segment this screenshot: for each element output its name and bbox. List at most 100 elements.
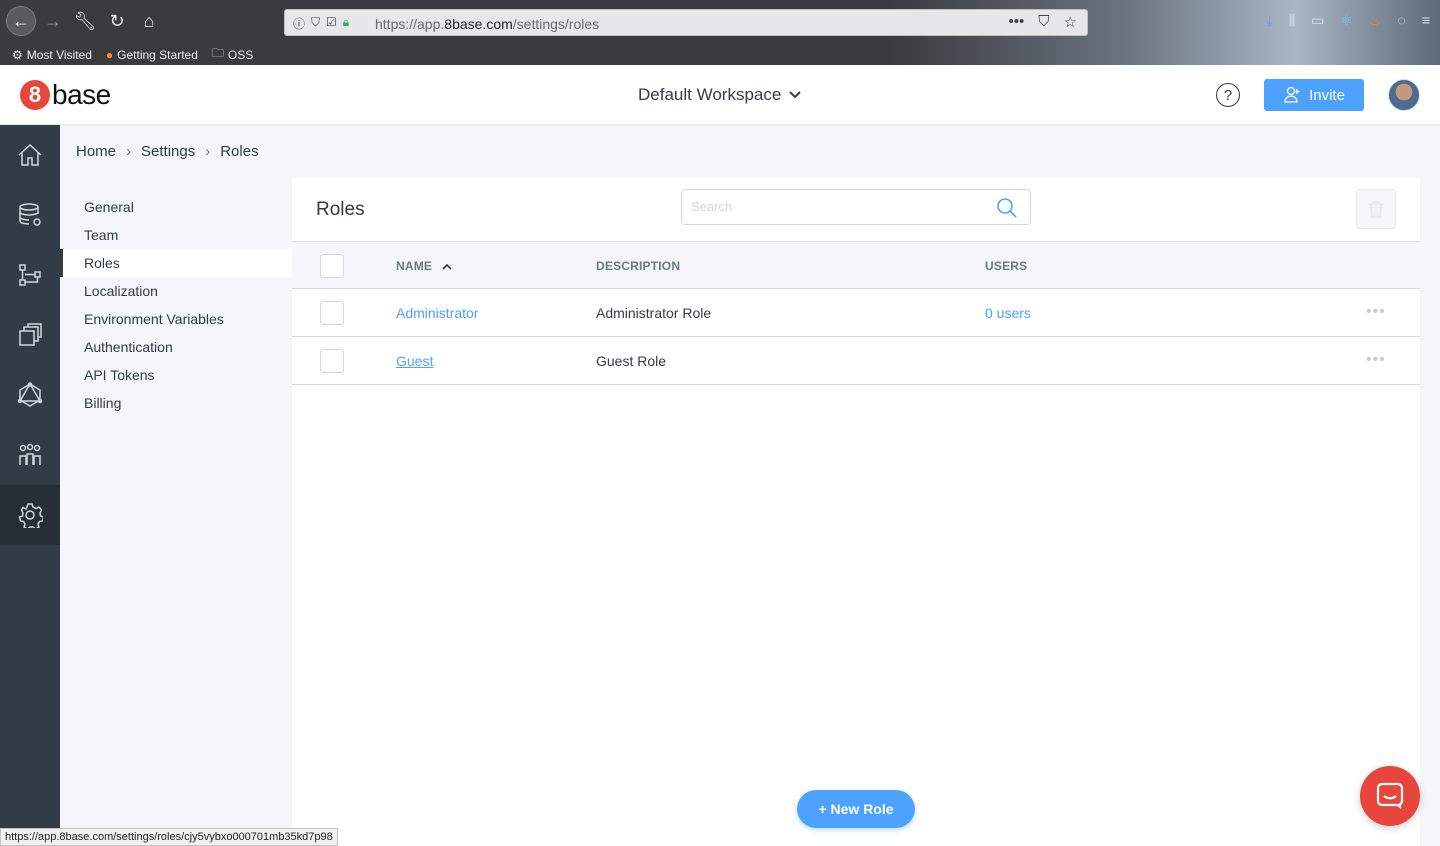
flame-icon[interactable]: ♨ [1369,12,1382,29]
react-devtools-icon[interactable]: ⚛ [1340,12,1353,29]
home-icon [18,143,42,166]
sidebar-item-home[interactable] [0,125,60,185]
sidebar-item-logic[interactable] [0,245,60,305]
invite-label: Invite [1309,86,1345,104]
breadcrumb-roles: Roles [220,143,259,160]
back-button[interactable]: ← [6,6,36,36]
shield-icon[interactable]: ⛉ [311,15,320,32]
arrow-left-icon: ← [12,10,30,31]
settings-nav-roles[interactable]: Roles [60,249,292,277]
question-icon: ? [1223,86,1233,104]
bookmark-most-visited[interactable]: ⚙ Most Visited [12,44,92,65]
app-header: 8 base Default Workspace ? Invite [0,65,1440,125]
bookmark-label: Most Visited [26,47,92,62]
functions-icon [19,264,41,286]
home-button[interactable]: ⌂ [136,8,162,34]
chat-button[interactable] [1360,766,1420,826]
sort-ascending-icon [442,263,452,270]
star-icon[interactable]: ☆ [1064,13,1077,31]
settings-nav-team[interactable]: Team [60,221,292,249]
settings-nav-billing[interactable]: Billing [60,389,292,417]
workspace-name: Default Workspace [638,85,782,104]
tools-button[interactable]: 🔧︎ [72,8,98,34]
delete-button[interactable] [1356,189,1396,229]
database-icon [19,203,41,226]
column-header-description: DESCRIPTION [596,259,681,273]
gear-icon: ⚙ [12,47,23,62]
settings-nav-localization[interactable]: Localization [60,277,292,305]
browser-extensions: ⤓ ⫼ ▭ ⚛ ♨ ◌ ≡ [1266,12,1430,29]
workspace-selector[interactable]: Default Workspace [638,85,802,105]
breadcrumb-home[interactable]: Home [76,143,116,160]
menu-icon[interactable]: ≡ [1422,12,1430,29]
url-bar[interactable]: ⓘ ⛉ ☑ 🔒︎ https://app.8base.com/settings/… [284,9,1088,36]
url-actions: ••• ⛉ ☆ [1009,13,1077,31]
help-button[interactable]: ? [1216,83,1240,107]
lock-icon[interactable]: 🔒︎ [343,15,349,32]
users-icon [19,443,41,465]
logo[interactable]: 8 base [20,80,111,110]
sidebar-icon[interactable]: ▭ [1311,12,1324,29]
app-builder-icon [19,323,42,346]
house-icon: ⌂ [143,10,155,31]
folder-icon: 🗀 [211,46,224,60]
search-icon[interactable] [996,197,1018,219]
settings-nav-api-tokens[interactable]: API Tokens [60,361,292,389]
breadcrumb: Home › Settings › Roles [76,143,259,160]
chevron-down-icon [789,91,802,99]
library-icon[interactable]: ⫼ [1289,12,1295,29]
sidebar-item-data[interactable] [0,185,60,245]
chat-icon [1376,782,1404,809]
wrench-icon: 🔧︎ [73,10,97,31]
sidebar-item-users[interactable] [0,425,60,485]
select-all-checkbox[interactable] [320,254,344,278]
sidebar-item-settings[interactable] [0,485,60,545]
info-icon[interactable]: ⓘ [293,15,305,32]
reload-icon: ↻ [109,10,125,31]
column-header-name[interactable]: NAME [396,259,452,273]
more-icon[interactable]: ••• [1009,13,1025,31]
avatar[interactable] [1388,79,1420,111]
url-prefix: https://app. [375,16,445,32]
settings-nav-environment-variables[interactable]: Environment Variables [60,305,292,333]
table-header: NAME DESCRIPTION USERS [292,241,1420,289]
sidebar-item-graphql[interactable] [0,365,60,425]
settings-nav-authentication[interactable]: Authentication [60,333,292,361]
row-checkbox[interactable] [320,301,344,325]
settings-icon [18,503,43,528]
new-role-button[interactable]: + New Role [797,790,915,828]
pocket-icon[interactable]: ⛉ [1038,13,1049,31]
app-sidebar [0,125,60,846]
breadcrumb-settings[interactable]: Settings [141,143,195,160]
permissions-icon[interactable]: ☑ [326,15,337,32]
profile-icon[interactable]: ◌ [1398,12,1406,29]
more-horizontal-icon[interactable]: ••• [1366,303,1386,321]
search-input[interactable] [691,190,991,222]
browser-toolbar: ← → 🔧︎ ↻ ⌂ ⓘ ⛉ ☑ 🔒︎ https://app.8base.co… [0,0,1440,65]
add-user-icon [1284,86,1300,103]
chevron-right-icon: › [126,143,132,160]
invite-button[interactable]: Invite [1264,79,1364,111]
browser-status-bar: https://app.8base.com/settings/roles/cjy… [0,828,338,846]
table-row: Administrator Administrator Role 0 users… [292,289,1420,337]
role-description: Guest Role [596,353,667,369]
url-text[interactable]: https://app.8base.com/settings/roles [375,16,599,32]
bookmark-label: Getting Started [117,47,198,62]
download-icon[interactable]: ⤓ [1266,12,1272,29]
search-box [681,189,1031,225]
bookmark-oss[interactable]: 🗀 OSS [212,44,253,65]
url-host: 8base.com [444,16,513,32]
sidebar-item-apps[interactable] [0,305,60,365]
url-security-icons: ⓘ ⛉ ☑ 🔒︎ [293,15,349,32]
role-users-link[interactable]: 0 users [985,305,1031,321]
row-checkbox[interactable] [320,349,344,373]
reload-button[interactable]: ↻ [104,8,130,34]
settings-nav-general[interactable]: General [60,193,292,221]
table-row: Guest Guest Role ••• [292,337,1420,385]
logo-mark: 8 [20,80,50,110]
bookmark-getting-started[interactable]: ● Getting Started [106,44,198,65]
forward-button[interactable]: → [40,8,66,34]
role-name-link[interactable]: Guest [396,353,433,369]
role-name-link[interactable]: Administrator [396,305,478,321]
more-horizontal-icon[interactable]: ••• [1366,351,1386,369]
